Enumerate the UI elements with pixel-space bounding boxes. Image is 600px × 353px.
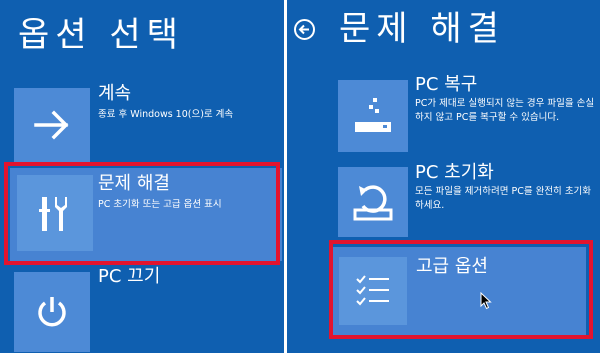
choose-option-screen: 옵션 선택 계속 종료 후 Windows 10(으)로 계속 문제 해결 PC… (0, 0, 284, 353)
option-label: PC 초기화 (415, 162, 494, 183)
page-title: 문제 해결 (339, 9, 505, 49)
turn-off-pc-option[interactable]: PC 끄기 (14, 265, 280, 352)
power-icon (14, 272, 90, 352)
pc-restore-option[interactable]: PC 복구 PC가 제대로 실행되지 않는 경우 파일을 손실하지 않고 PC를… (338, 75, 598, 157)
option-description: 종료 후 Windows 10(으)로 계속 (98, 109, 234, 120)
restore-icon (338, 80, 408, 152)
checklist-icon (339, 257, 407, 325)
option-label: 계속 (98, 83, 132, 104)
right-arrow-icon (14, 88, 90, 162)
option-description: PC가 제대로 실행되지 않는 경우 파일을 손실하지 않고 PC를 복구할 수… (415, 98, 595, 123)
advanced-options-option[interactable]: 고급 옵션 (332, 247, 586, 335)
troubleshoot-screen: 문제 해결 PC 복구 PC가 제대로 실행되지 않는 경우 파일을 손실하지 … (287, 0, 600, 353)
option-description: PC 초기화 또는 고급 옵션 표시 (98, 199, 222, 210)
page-title: 옵션 선택 (18, 15, 184, 55)
pc-reset-option[interactable]: PC 초기화 모든 파일을 제거하려면 PC를 완전히 초기화하세요. (338, 163, 598, 241)
continue-option[interactable]: 계속 종료 후 Windows 10(으)로 계속 (14, 82, 280, 162)
option-label: PC 끄기 (98, 266, 161, 287)
mouse-cursor-icon (480, 291, 492, 314)
reset-icon (338, 167, 408, 237)
option-label: 고급 옵션 (416, 256, 488, 277)
tools-icon (17, 175, 93, 251)
option-label: 문제 해결 (98, 173, 170, 194)
troubleshoot-option[interactable]: 문제 해결 PC 초기화 또는 고급 옵션 표시 (10, 168, 282, 261)
option-description: 모든 파일을 제거하려면 PC를 완전히 초기화하세요. (415, 186, 592, 211)
back-arrow-icon[interactable] (294, 19, 315, 40)
option-label: PC 복구 (415, 74, 478, 95)
